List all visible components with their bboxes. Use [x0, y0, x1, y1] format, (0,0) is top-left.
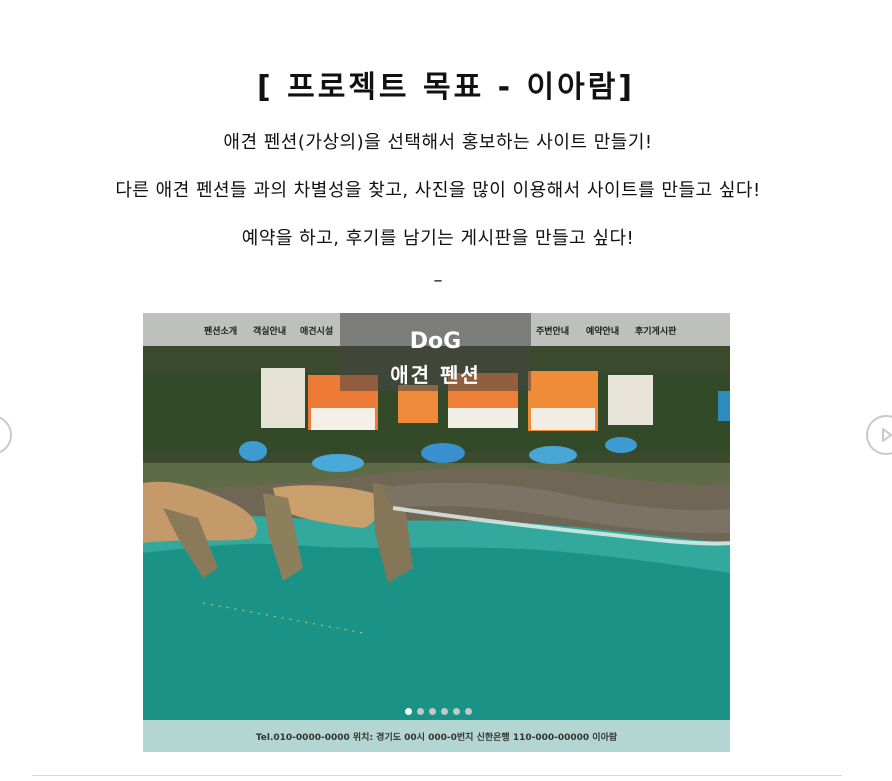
nav-review-board[interactable]: 후기게시판 — [635, 324, 676, 337]
brand-subtitle: 애견 펜션 — [390, 363, 481, 387]
brand-logo-box[interactable]: DoG 애견 펜션 — [340, 313, 531, 391]
slide-dot[interactable] — [441, 708, 448, 715]
chevron-left-icon — [0, 425, 2, 445]
website-mockup-screenshot: 펜션소개 객실안내 애견시설 주변안내 예약안내 후기게시판 DoG 애견 펜션… — [143, 313, 730, 752]
slide-indicator — [405, 708, 475, 718]
nav-pension-intro[interactable]: 펜션소개 — [204, 324, 237, 337]
nav-reservation[interactable]: 예약안내 — [586, 324, 619, 337]
goal-line-1: 애견 펜션(가상의)을 선택해서 홍보하는 사이트 만들기! — [223, 132, 653, 153]
site-footer: Tel.010-0000-0000 위치: 경기도 00시 000-0번지 신한… — [143, 720, 730, 752]
slide-dot[interactable] — [405, 708, 412, 715]
play-right-icon — [882, 428, 892, 442]
slide-dot[interactable] — [465, 708, 472, 715]
nav-surroundings[interactable]: 주변안내 — [536, 324, 569, 337]
brand-name: DoG — [409, 329, 462, 354]
slide-dot[interactable] — [453, 708, 460, 715]
nav-pet-facilities[interactable]: 애견시설 — [300, 324, 333, 337]
bottom-divider — [32, 775, 842, 776]
carousel-next-button[interactable] — [866, 415, 892, 455]
goal-line-3: 예약을 하고, 후기를 남기는 게시판을 만들고 싶다! — [241, 228, 635, 249]
page-title: [ 프로젝트 목표 - 이아람] — [256, 70, 636, 105]
footer-contact-text: Tel.010-0000-0000 위치: 경기도 00시 000-0번지 신한… — [255, 733, 618, 743]
nav-rooms[interactable]: 객실안내 — [253, 324, 286, 337]
slide-dot[interactable] — [417, 708, 424, 715]
goal-line-2: 다른 애견 펜션들 과의 차별성을 찾고, 사진을 많이 이용해서 사이트를 만… — [115, 180, 761, 201]
separator-dash: – — [433, 270, 443, 291]
slide-dot[interactable] — [429, 708, 436, 715]
carousel-prev-button[interactable] — [0, 415, 12, 455]
